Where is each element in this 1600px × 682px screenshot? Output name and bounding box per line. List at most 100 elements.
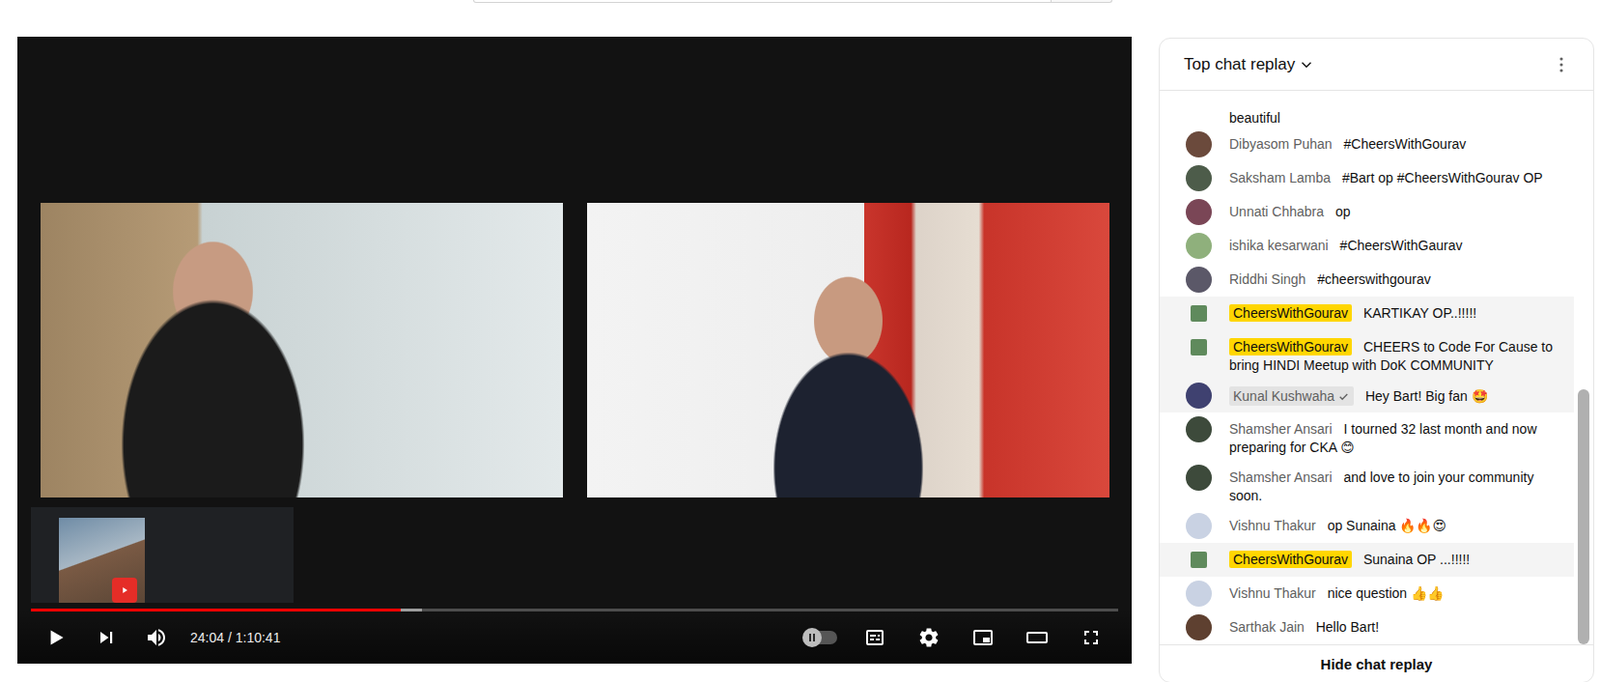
page: 24:04 / 1:10:41 Top chat replay beautifu… <box>0 0 1600 682</box>
chat-message[interactable]: Kunal Kushwaha Hey Bart! Big fan 🤩 <box>1159 378 1574 413</box>
chat-message[interactable]: Vishnu Thakur nice question 👍👍 <box>1159 576 1574 611</box>
youtube-icon <box>112 577 138 603</box>
avatar-icon[interactable] <box>1185 131 1212 158</box>
message-body: Unnati Chhabra op <box>1229 198 1569 222</box>
message-body: CheersWithGourav Sunaina OP ...!!!!! <box>1229 546 1569 569</box>
volume-button[interactable] <box>131 614 182 661</box>
avatar-icon[interactable] <box>1185 614 1212 641</box>
chat-message[interactable]: Sarthak Jain Hello Bart! <box>1159 610 1574 645</box>
message-body: CheersWithGourav CHEERS to Code For Caus… <box>1229 334 1569 375</box>
chat-footer: Hide chat replay <box>1159 644 1594 682</box>
chat-scrollbar[interactable] <box>1573 90 1594 645</box>
message-text: Hey Bart! Big fan 🤩 <box>1365 388 1488 404</box>
author-name[interactable]: Saksham Lamba <box>1229 169 1331 186</box>
owner-badge[interactable]: CheersWithGourav <box>1229 304 1352 322</box>
chevron-down-icon <box>1297 56 1316 74</box>
controls-right <box>793 614 1119 661</box>
avatar-icon[interactable] <box>1185 382 1212 409</box>
message-body: Shamsher Ansari and love to join your co… <box>1229 464 1569 506</box>
search-box[interactable] <box>473 0 1113 3</box>
chat-message[interactable]: Unnati Chhabra op <box>1159 195 1574 229</box>
message-text: #cheerswithgourav <box>1317 271 1432 287</box>
chat-message[interactable]: Saksham Lamba #Bart op #CheersWithGourav… <box>1159 161 1574 196</box>
played-bar <box>30 608 401 612</box>
message-body: Shamsher Ansari I tourned 32 last month … <box>1229 416 1569 457</box>
chat-message[interactable]: Vishnu Thakur op Sunaina 🔥🔥😍 <box>1159 508 1574 543</box>
message-body: Kunal Kushwaha Hey Bart! Big fan 🤩 <box>1229 382 1569 406</box>
chat-message[interactable]: ishika kesarwani #CheersWithGaurav <box>1159 228 1574 263</box>
theater-button[interactable] <box>1010 614 1065 661</box>
author-name[interactable]: Sarthak Jain <box>1229 618 1305 635</box>
play-button[interactable] <box>30 614 82 661</box>
message-body: ishika kesarwani #CheersWithGaurav <box>1229 232 1569 255</box>
chat-message-list: beautiful Dibyasom Puhan #CheersWithGour… <box>1159 90 1574 645</box>
chat-message[interactable]: CheersWithGourav CHEERS to Code For Caus… <box>1159 330 1574 379</box>
chat-panel: Top chat replay beautiful Dibyasom Puhan… <box>1158 37 1595 682</box>
author-name[interactable]: Vishnu Thakur <box>1229 585 1317 601</box>
video-player[interactable]: 24:04 / 1:10:41 <box>17 36 1132 664</box>
channel-logo-icon[interactable] <box>1190 305 1208 322</box>
avatar-icon[interactable] <box>1185 198 1212 225</box>
autoplay-toggle[interactable] <box>793 614 848 661</box>
message-text: #CheersWithGourav <box>1344 136 1467 152</box>
message-text: nice question 👍👍 <box>1327 585 1444 601</box>
next-button[interactable] <box>81 614 132 661</box>
chat-message[interactable]: CheersWithGourav Sunaina OP ...!!!!! <box>1159 542 1574 577</box>
kebab-menu-icon <box>1550 54 1572 76</box>
author-name[interactable]: ishika kesarwani <box>1229 237 1329 253</box>
miniplayer-button[interactable] <box>955 614 1011 661</box>
avatar-icon[interactable] <box>1185 232 1212 259</box>
message-text: Hello Bart! <box>1316 618 1379 635</box>
avatar-icon[interactable] <box>1185 512 1212 539</box>
chat-mode-dropdown[interactable]: Top chat replay <box>1183 55 1316 75</box>
pause-bar <box>809 633 812 642</box>
avatar-icon[interactable] <box>1185 416 1212 443</box>
chat-message[interactable]: Shamsher Ansari I tourned 32 last month … <box>1159 412 1574 461</box>
top-bar <box>17 0 1132 37</box>
chat-message[interactable]: Shamsher Ansari and love to join your co… <box>1159 460 1574 509</box>
avatar-icon[interactable] <box>1185 165 1212 192</box>
message-body: CheersWithGourav KARTIKAY OP..!!!!! <box>1229 300 1569 323</box>
author-name[interactable]: Dibyasom Puhan <box>1229 136 1333 152</box>
owner-badge[interactable]: CheersWithGourav <box>1229 337 1352 356</box>
author-name[interactable]: Vishnu Thakur <box>1229 517 1317 534</box>
chat-message[interactable]: Riddhi Singh #cheerswithgourav <box>1159 262 1574 297</box>
pause-icon <box>802 627 822 647</box>
author-name[interactable]: Shamsher Ansari <box>1229 421 1333 437</box>
more-options-button[interactable] <box>1549 53 1573 77</box>
author-name[interactable]: Riddhi Singh <box>1229 271 1306 287</box>
theater-icon <box>1025 625 1049 649</box>
chat-message[interactable]: Dibyasom Puhan #CheersWithGourav <box>1159 127 1574 162</box>
hide-chat-button[interactable]: Hide chat replay <box>1309 651 1445 676</box>
video-frame-right <box>587 202 1110 498</box>
verified-author[interactable]: Kunal Kushwaha <box>1229 386 1354 406</box>
subtitles-icon <box>863 625 887 649</box>
search-input[interactable] <box>473 0 1052 3</box>
avatar-icon[interactable] <box>1185 580 1212 607</box>
progress-bar[interactable] <box>30 608 1119 612</box>
channel-logo-icon[interactable] <box>1190 338 1208 356</box>
fullscreen-button[interactable] <box>1064 614 1119 661</box>
toggle-track <box>804 630 838 645</box>
message-text: #CheersWithGaurav <box>1340 237 1463 253</box>
chat-message-continuation: beautiful <box>1159 109 1574 128</box>
next-icon <box>94 625 118 649</box>
message-text: op Sunaina 🔥🔥😍 <box>1327 517 1447 534</box>
pause-bar <box>813 633 815 642</box>
video-overlay-banner <box>30 506 294 603</box>
owner-badge[interactable]: CheersWithGourav <box>1229 550 1352 568</box>
author-name[interactable]: Unnati Chhabra <box>1229 203 1324 220</box>
settings-button[interactable] <box>901 614 956 661</box>
avatar-icon[interactable] <box>1185 464 1212 491</box>
chat-body: beautiful Dibyasom Puhan #CheersWithGour… <box>1159 90 1594 645</box>
play-triangle-icon <box>117 583 132 597</box>
search-button[interactable] <box>1051 0 1113 3</box>
avatar-icon[interactable] <box>1185 266 1212 293</box>
subtitles-button[interactable] <box>847 614 902 661</box>
message-text: #Bart op #CheersWithGourav OP <box>1342 169 1544 186</box>
channel-logo-icon[interactable] <box>1190 551 1208 568</box>
chat-message[interactable]: CheersWithGourav KARTIKAY OP..!!!!! <box>1159 296 1574 331</box>
chat-header: Top chat replay <box>1159 38 1594 91</box>
scrollbar-thumb[interactable] <box>1577 389 1590 645</box>
author-name[interactable]: Shamsher Ansari <box>1229 469 1333 485</box>
